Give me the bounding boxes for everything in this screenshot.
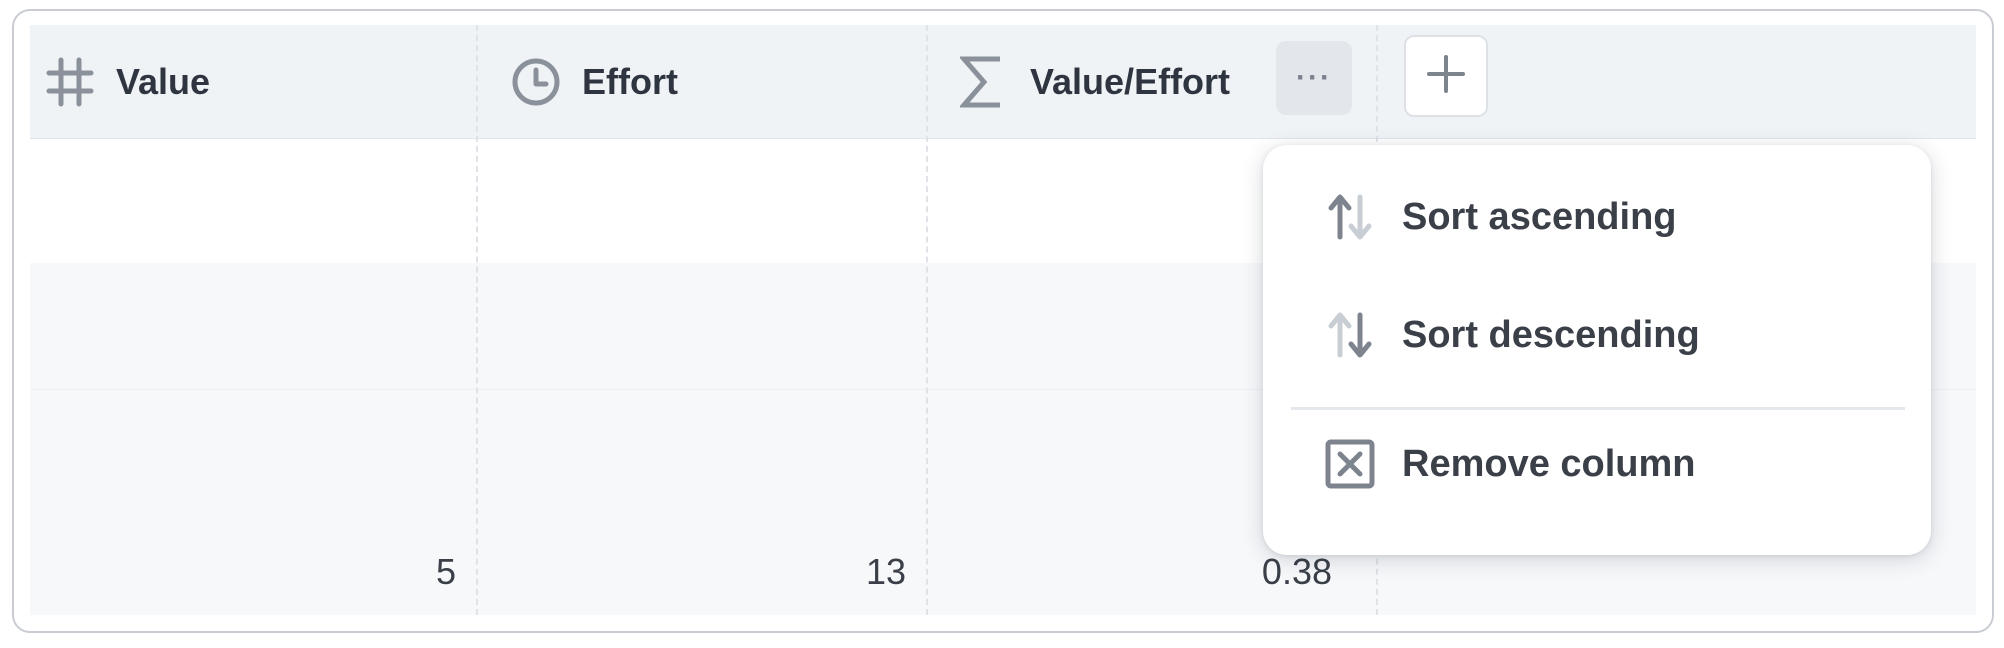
table-container: Value Effort Value/Effort ··· 5 13 0.38 … bbox=[12, 9, 1994, 633]
sigma-icon bbox=[958, 54, 1006, 110]
sort-ascending-item[interactable]: Sort ascending bbox=[1263, 167, 1931, 267]
column-divider[interactable] bbox=[476, 25, 478, 615]
menu-item-label: Sort ascending bbox=[1402, 195, 1677, 238]
column-options-button[interactable]: ··· bbox=[1276, 41, 1352, 115]
add-column-button[interactable] bbox=[1404, 35, 1488, 117]
column-menu: Sort ascending Sort descending Remove co… bbox=[1263, 145, 1931, 555]
sort-descending-icon bbox=[1325, 308, 1375, 362]
cell-value[interactable]: 5 bbox=[330, 551, 456, 593]
sort-descending-item[interactable]: Sort descending bbox=[1263, 285, 1931, 385]
column-header-value-effort[interactable]: Value/Effort bbox=[958, 25, 1230, 139]
menu-divider bbox=[1291, 407, 1905, 410]
hash-icon bbox=[44, 56, 96, 108]
remove-column-icon bbox=[1325, 437, 1375, 491]
column-header-effort[interactable]: Effort bbox=[510, 25, 678, 139]
column-header-label: Effort bbox=[582, 61, 678, 102]
plus-icon bbox=[1426, 54, 1466, 99]
cell-effort[interactable]: 13 bbox=[780, 551, 906, 593]
column-divider[interactable] bbox=[926, 25, 928, 615]
menu-item-label: Remove column bbox=[1402, 442, 1696, 485]
menu-item-label: Sort descending bbox=[1402, 313, 1700, 356]
cell-value-effort[interactable]: 0.38 bbox=[1206, 551, 1332, 593]
sort-ascending-icon bbox=[1325, 190, 1375, 244]
more-icon: ··· bbox=[1296, 61, 1332, 94]
column-header-label: Value bbox=[116, 61, 211, 102]
data-grid: Value Effort Value/Effort ··· 5 13 0.38 … bbox=[30, 25, 1976, 615]
clock-icon bbox=[510, 56, 562, 108]
column-header-label: Value/Effort bbox=[1030, 61, 1231, 102]
remove-column-item[interactable]: Remove column bbox=[1263, 414, 1931, 514]
column-header-value[interactable]: Value bbox=[44, 25, 210, 139]
